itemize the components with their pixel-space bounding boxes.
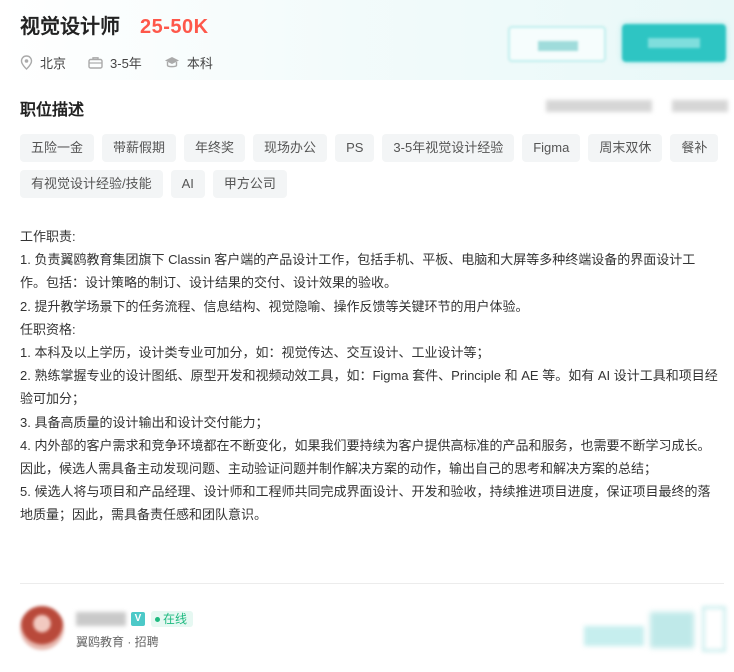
graduation-cap-icon — [164, 57, 179, 68]
primary-action-button[interactable] — [622, 24, 726, 62]
location-text: 北京 — [40, 56, 67, 71]
tag: 甲方公司 — [212, 170, 287, 198]
meta-location: 北京 — [20, 53, 66, 72]
tag: 餐补 — [670, 134, 719, 162]
description-line: 1. 本科及以上学历，设计类专业可加分，如：视觉传达、交互设计、工业设计等； — [20, 345, 490, 361]
tag: 五险一金 — [20, 134, 95, 162]
job-meta: 北京 3-5年 本科 — [20, 53, 235, 72]
section-title: 职位描述 — [20, 102, 85, 119]
tag: PS — [335, 134, 375, 162]
job-title-row: 视觉设计师 25-50K — [20, 10, 209, 39]
secondary-action-button[interactable] — [508, 26, 606, 62]
job-description: 工作职责: 1. 负责翼鸥教育集团旗下 Classin 客户端的产品设计工作，包… — [20, 225, 720, 527]
tag: 带薪假期 — [102, 134, 177, 162]
location-pin-icon — [20, 55, 33, 70]
recruiter-name — [76, 612, 126, 626]
online-dot-icon — [155, 616, 160, 622]
tag: AI — [170, 170, 205, 198]
blurred-footer-element[interactable] — [702, 606, 726, 652]
description-line: 任职资格: — [20, 321, 76, 337]
description-line: 4. 内外部的客户需求和竞争环境都在不断变化，如果我们要持续为客户提供高标准的产… — [20, 437, 711, 477]
verified-badge: V — [131, 612, 145, 626]
tag: 3-5年视觉设计经验 — [382, 134, 515, 162]
description-line: 1. 负责翼鸥教育集团旗下 Classin 客户端的产品设计工作，包括手机、平板… — [20, 252, 696, 291]
tag: 有视觉设计经验/技能 — [20, 170, 163, 198]
education-text: 本科 — [186, 56, 213, 71]
blurred-link[interactable] — [546, 100, 652, 112]
description-line: 5. 候选人将与项目和产品经理、设计师和工程师共同完成界面设计、开发和验收，持续… — [20, 484, 711, 523]
blurred-footer-element[interactable] — [650, 612, 694, 648]
divider — [20, 583, 724, 584]
tag: 周末双休 — [588, 134, 663, 162]
job-title: 视觉设计师 — [20, 16, 120, 38]
description-line: 2. 熟练掌握专业的设计图纸、原型开发和视频动效工具，如：Figma 套件、Pr… — [20, 368, 718, 407]
online-status-text: 在线 — [163, 612, 188, 626]
meta-education: 本科 — [164, 53, 213, 72]
blurred-footer-element[interactable] — [584, 626, 644, 646]
meta-experience: 3-5年 — [88, 53, 142, 72]
salary: 25-50K — [140, 16, 209, 38]
recruiter-company-role: 翼鸥教育 · 招聘 — [76, 635, 159, 649]
description-line: 3. 具备高质量的设计输出和设计交付能力； — [20, 414, 269, 430]
online-status-badge: 在线 — [151, 611, 194, 627]
tag: 现场办公 — [253, 134, 328, 162]
tag: 年终奖 — [184, 134, 246, 162]
briefcase-icon — [88, 57, 103, 69]
recruiter-avatar[interactable] — [20, 606, 64, 650]
tag-list: 五险一金 带薪假期 年终奖 现场办公 PS 3-5年视觉设计经验 Figma 周… — [20, 134, 720, 198]
description-line: 工作职责: — [20, 229, 76, 244]
blurred-link[interactable] — [672, 100, 728, 112]
tag: Figma — [522, 134, 581, 162]
description-line: 2. 提升教学场景下的任务流程、信息结构、视觉隐喻、操作反馈等关键环节的用户体验… — [20, 298, 529, 314]
experience-text: 3-5年 — [110, 56, 142, 71]
